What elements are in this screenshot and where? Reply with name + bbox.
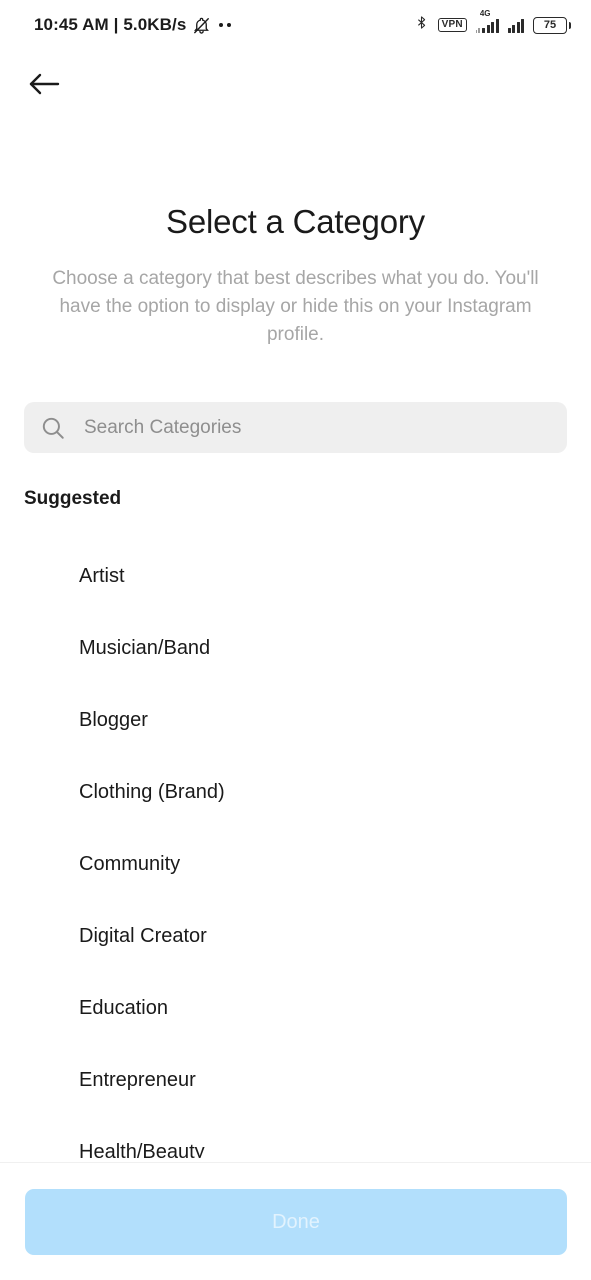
list-item[interactable]: Blogger xyxy=(0,684,591,756)
signal-bars-icon xyxy=(482,18,499,33)
status-bar: 10:45 AM | 5.0KB/s VPN 4G 75 xyxy=(0,0,591,50)
category-label: Artist xyxy=(79,564,125,587)
page-subtitle: Choose a category that best describes wh… xyxy=(52,268,539,345)
section-header-suggested: Suggested xyxy=(24,488,122,509)
bluetooth-icon xyxy=(414,13,429,37)
bottom-action-bar: Done xyxy=(0,1162,591,1280)
vpn-badge: VPN xyxy=(437,17,467,33)
battery-level: 75 xyxy=(533,16,567,34)
search-categories-field[interactable]: Search Categories xyxy=(24,402,567,453)
list-item[interactable]: Health/Beauty xyxy=(0,1116,591,1159)
battery-icon: 75 xyxy=(533,16,571,34)
status-overflow-dots xyxy=(219,23,232,27)
done-button[interactable]: Done xyxy=(25,1189,567,1255)
signal-bars-icon-secondary xyxy=(507,18,524,33)
category-label: Entrepreneur xyxy=(79,1068,196,1091)
page-title: Select a Category xyxy=(166,203,425,240)
list-item[interactable]: Clothing (Brand) xyxy=(0,756,591,828)
category-list[interactable]: Artist Musician/Band Blogger Clothing (B… xyxy=(0,540,591,1159)
category-label: Clothing (Brand) xyxy=(79,780,225,803)
signal-prefix-bars xyxy=(475,25,480,33)
list-item[interactable]: Community xyxy=(0,828,591,900)
category-label: Education xyxy=(79,996,168,1019)
status-separator: | xyxy=(113,15,119,34)
category-label: Health/Beauty xyxy=(79,1140,205,1159)
list-item[interactable]: Digital Creator xyxy=(0,900,591,972)
list-item[interactable]: Artist xyxy=(0,540,591,612)
status-time-value: 10:45 AM xyxy=(34,15,109,34)
battery-tip xyxy=(568,21,571,29)
search-input-placeholder: Search Categories xyxy=(84,416,242,438)
network-type-label: 4G xyxy=(479,8,491,18)
category-label: Community xyxy=(79,852,181,875)
search-icon xyxy=(40,415,66,441)
back-arrow-icon xyxy=(28,72,60,101)
category-label: Digital Creator xyxy=(79,924,207,947)
list-item[interactable]: Education xyxy=(0,972,591,1044)
list-item[interactable]: Musician/Band xyxy=(0,612,591,684)
status-bar-right: VPN 4G 75 xyxy=(414,9,571,37)
signal-icon-primary: 4G xyxy=(475,9,499,33)
list-item[interactable]: Entrepreneur xyxy=(0,1044,591,1116)
phone-screen: 10:45 AM | 5.0KB/s VPN 4G 75 Select a Ca… xyxy=(0,0,591,1280)
status-time: 10:45 AM | 5.0KB/s xyxy=(34,15,186,35)
bell-mute-icon xyxy=(192,16,211,35)
category-label: Musician/Band xyxy=(79,636,211,659)
status-bar-left: 10:45 AM | 5.0KB/s xyxy=(34,15,232,35)
back-button[interactable] xyxy=(24,66,64,106)
category-label: Blogger xyxy=(79,708,148,731)
status-network-speed: 5.0KB/s xyxy=(123,15,187,34)
